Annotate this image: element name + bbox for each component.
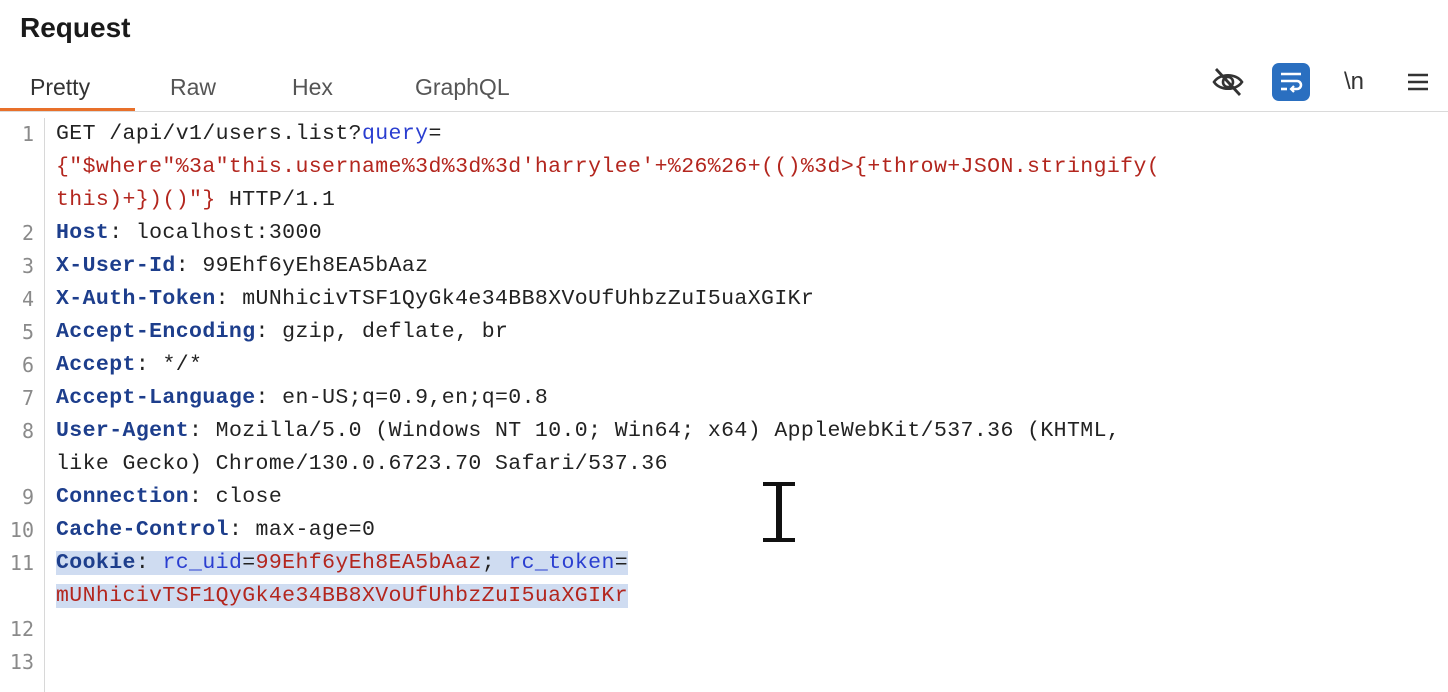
gutter-divider [44, 118, 45, 692]
line-number: 8 [21, 419, 34, 443]
header-name: Host [56, 221, 110, 245]
line-number: 2 [21, 221, 34, 245]
cookie-separator: ; [481, 551, 509, 575]
header-value: Mozilla/5.0 (Windows NT 10.0; Win64; x64… [215, 419, 1121, 443]
header-value: close [215, 485, 283, 509]
tab-graphql[interactable]: GraphQL [372, 66, 532, 112]
request-line: GET /api/v1/users.list?query= [56, 118, 442, 151]
header-accept-language: Accept-Language: en-US;q=0.9,en;q=0.8 [56, 386, 549, 410]
header-name: User-Agent [56, 419, 190, 443]
header-name: Accept-Language [56, 386, 256, 410]
header-accept-encoding: Accept-Encoding: gzip, deflate, br [56, 320, 509, 344]
cookie-token-line: mUNhicivTSF1QyGk4e34BB8XVoUfUhbzZuI5uaXG… [56, 580, 628, 613]
query-value-part-1: {"$where"%3a"this.username%3d%3d%3d'harr… [56, 155, 1161, 179]
header-cache-control: Cache-Control: max-age=0 [56, 518, 376, 542]
cookie-uid-value: 99Ehf6yEh8EA5bAaz [255, 551, 482, 575]
wrap-lines-icon[interactable] [1272, 63, 1310, 101]
menu-icon[interactable] [1398, 62, 1438, 102]
text-cursor-icon [761, 480, 797, 544]
cookie-token-name: rc_token [508, 551, 615, 575]
query-param-name: query [361, 122, 429, 146]
cookie-token-value: mUNhicivTSF1QyGk4e34BB8XVoUfUhbzZuI5uaXG… [56, 584, 628, 608]
tab-raw[interactable]: Raw [135, 66, 257, 112]
header-name: Accept [56, 353, 136, 377]
tab-pretty[interactable]: Pretty [0, 66, 135, 112]
header-user-id: X-User-Id: 99Ehf6yEh8EA5bAaz [56, 254, 429, 278]
line-number: 12 [9, 617, 34, 641]
method-path: GET /api/v1/users.list? [56, 122, 362, 146]
hide-icon[interactable] [1208, 62, 1248, 102]
header-host: Host: localhost:3000 [56, 221, 323, 245]
line-number: 1 [21, 122, 34, 146]
line-number: 4 [21, 287, 34, 311]
line-number: 7 [21, 386, 34, 410]
header-name: Cookie [56, 551, 136, 575]
header-value: localhost:3000 [135, 221, 323, 245]
line-number: 5 [21, 320, 34, 344]
header-name: Connection [56, 485, 190, 509]
header-name: Cache-Control [56, 518, 229, 542]
line-number: 6 [21, 353, 34, 377]
header-connection: Connection: close [56, 485, 283, 509]
view-tabs: Pretty Raw Hex GraphQL [0, 66, 532, 112]
cookie-uid-name: rc_uid [162, 551, 243, 575]
header-user-agent-cont: like Gecko) Chrome/130.0.6723.70 Safari/… [56, 452, 668, 476]
header-name: X-User-Id [56, 254, 176, 278]
header-value: en-US;q=0.9,en;q=0.8 [282, 386, 549, 410]
header-user-agent: User-Agent: Mozilla/5.0 (Windows NT 10.0… [56, 419, 1121, 443]
editor-toolbar: \n [1184, 62, 1438, 102]
line-number: 11 [9, 551, 34, 575]
tab-divider [0, 111, 1448, 112]
query-equals: = [428, 122, 442, 146]
header-value: max-age=0 [255, 518, 376, 542]
line-number: 3 [21, 254, 34, 278]
line-number: 9 [21, 485, 34, 509]
header-value: mUNhicivTSF1QyGk4e34BB8XVoUfUhbzZuI5uaXG… [242, 287, 815, 311]
tab-hex[interactable]: Hex [257, 66, 372, 112]
header-cookie: Cookie: rc_uid=99Ehf6yEh8EA5bAaz; rc_tok… [56, 551, 629, 575]
header-name: X-Auth-Token [56, 287, 216, 311]
header-name: Accept-Encoding [56, 320, 256, 344]
request-line-end: this)+})()"} HTTP/1.1 [56, 184, 335, 217]
line-number: 10 [9, 518, 34, 542]
newline-toggle-icon[interactable]: \n [1334, 62, 1374, 102]
header-auth-token: X-Auth-Token: mUNhicivTSF1QyGk4e34BB8XVo… [56, 287, 815, 311]
line-number: 13 [9, 650, 34, 674]
panel-title: Request [20, 12, 131, 43]
header-value: gzip, deflate, br [282, 320, 509, 344]
protocol: HTTP/1.1 [215, 188, 336, 212]
header-accept: Accept: */* [56, 353, 203, 377]
query-value-part-2: this)+})()"} [56, 188, 216, 212]
request-editor[interactable]: 1 2 3 4 5 6 7 8 9 10 11 12 13 GET /api/v… [0, 118, 1448, 692]
cookie-sep: : [135, 551, 163, 575]
header-value: */* [162, 353, 203, 377]
header-value: 99Ehf6yEh8EA5bAaz [202, 254, 429, 278]
